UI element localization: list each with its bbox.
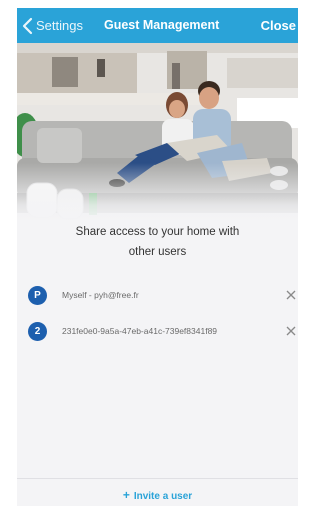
close-icon[interactable]: [284, 288, 298, 302]
avatar: P: [28, 285, 47, 305]
back-button-label: Settings: [36, 18, 83, 33]
chevron-left-icon: [22, 17, 33, 34]
share-access-message: Share access to your home with other use…: [37, 222, 278, 262]
user-list-item[interactable]: 2 231fe0e0-9a5a-47eb-a41c-739ef8341f89: [17, 316, 298, 346]
invite-user-button[interactable]: + Invite a user: [17, 488, 298, 502]
close-button[interactable]: Close: [261, 8, 296, 43]
avatar: 2: [28, 321, 47, 341]
back-button[interactable]: Settings: [21, 8, 83, 43]
app-screen: Settings Guest Management Close Share ac…: [17, 8, 298, 506]
hero-image: [17, 43, 298, 223]
user-label: 231fe0e0-9a5a-47eb-a41c-739ef8341f89: [62, 326, 218, 336]
hero-fade-overlay: [17, 163, 298, 223]
plus-icon: +: [122, 488, 130, 502]
navigation-bar: Settings Guest Management Close: [17, 8, 298, 43]
user-list-item[interactable]: P Myself - pyh@free.fr: [17, 280, 298, 310]
bottom-toolbar: + Invite a user: [17, 478, 298, 506]
close-icon[interactable]: [284, 324, 298, 338]
invite-user-label: Invite a user: [133, 491, 193, 502]
user-label: Myself - pyh@free.fr: [62, 290, 139, 300]
page-title: Guest Management: [104, 18, 220, 32]
share-message-line-2: other users: [128, 246, 187, 258]
share-message-line-1: Share access to your home with: [75, 226, 240, 238]
